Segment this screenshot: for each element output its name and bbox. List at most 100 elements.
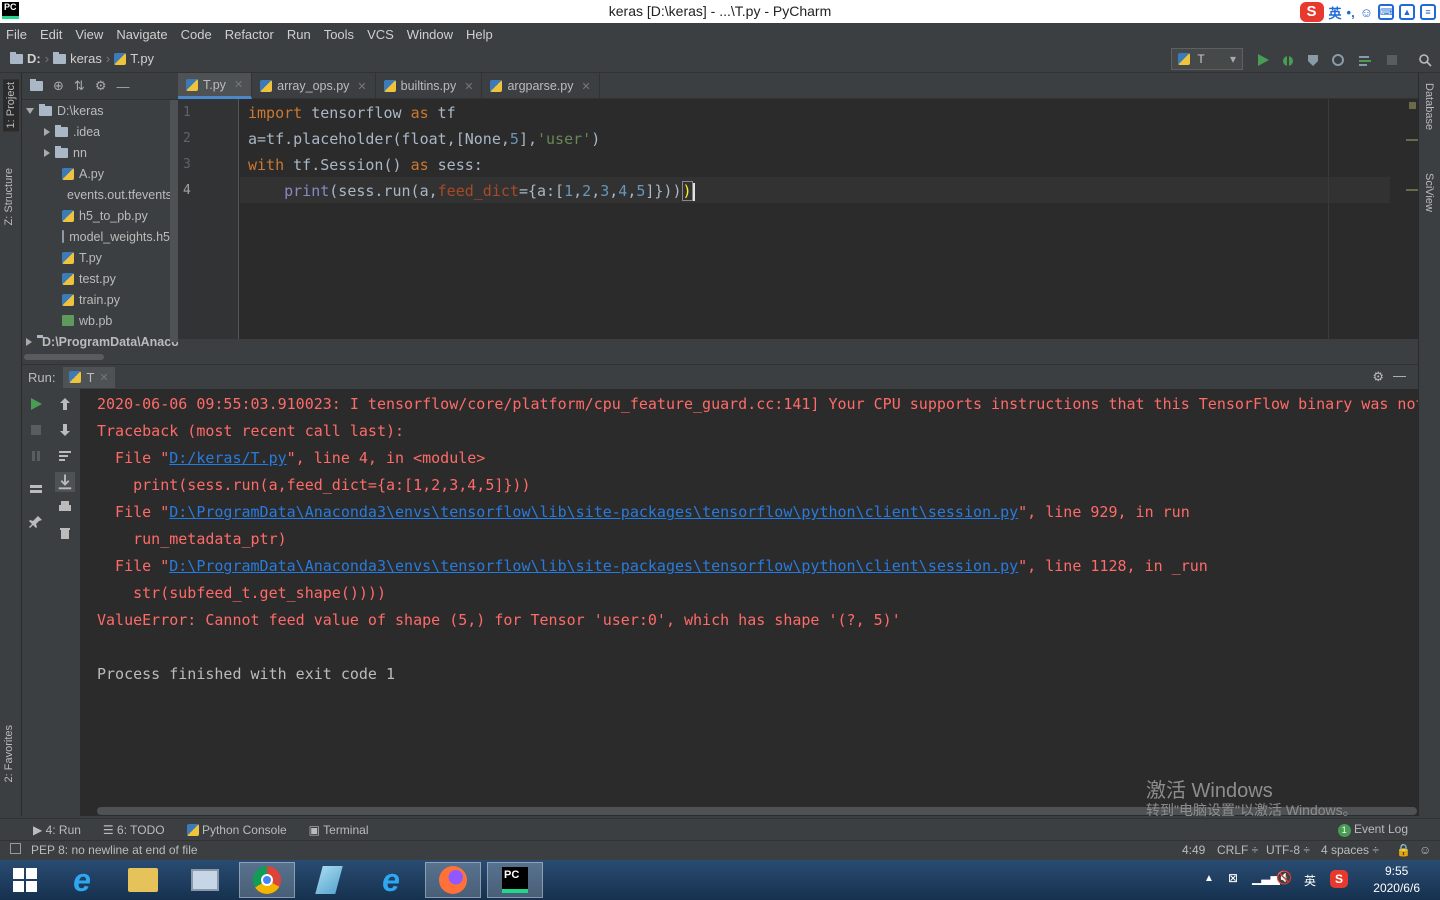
run-tab-t[interactable]: T ✕	[63, 366, 115, 388]
tree-item-events[interactable]: events.out.tfevents	[62, 184, 170, 205]
chevron-down-icon[interactable]	[26, 107, 34, 114]
line-separator-select[interactable]: CRLF ÷	[1217, 843, 1258, 857]
error-stripe[interactable]	[1406, 99, 1418, 339]
ime-language-toggle[interactable]: 英	[1329, 3, 1342, 22]
panel-splitter[interactable]	[178, 339, 1418, 364]
rerun-icon[interactable]	[28, 396, 44, 412]
gear-icon[interactable]: ⚙	[95, 78, 107, 94]
stop-icon[interactable]	[1385, 53, 1399, 67]
system-clock[interactable]: 9:55 2020/6/6	[1373, 863, 1420, 897]
menu-file[interactable]: File	[6, 27, 27, 42]
encoding-select[interactable]: UTF-8 ÷	[1266, 843, 1310, 857]
close-icon[interactable]: ✕	[357, 80, 366, 93]
chevron-right-icon[interactable]	[26, 337, 32, 346]
breadcrumb-drive[interactable]: D:	[27, 51, 41, 66]
locate-target-icon[interactable]: ⊕	[53, 78, 64, 94]
run-play-icon[interactable]	[1256, 53, 1270, 67]
arrow-up-icon[interactable]	[57, 396, 73, 412]
hide-panel-icon[interactable]: —	[1393, 368, 1406, 383]
tool-tab-favorites[interactable]: 2: Favorites	[3, 725, 15, 782]
tree-item-programdata[interactable]: D:\ProgramData\Anaconda3	[26, 331, 178, 352]
menu-window[interactable]: Window	[407, 27, 453, 42]
pin-icon[interactable]	[28, 514, 44, 530]
caret-position[interactable]: 4:49	[1182, 843, 1205, 857]
input-language-indicator[interactable]: 英	[1304, 872, 1316, 889]
tree-item-h5-to-pb[interactable]: h5_to_pb.py	[62, 205, 148, 226]
tree-item-model-weights[interactable]: model_weights.h5	[62, 226, 170, 247]
console-file-link[interactable]: D:\ProgramData\Anaconda3\envs\tensorflow…	[169, 557, 1018, 575]
show-hidden-icons[interactable]: ▲	[1204, 873, 1214, 884]
taskbar-firefox[interactable]	[425, 862, 481, 898]
search-icon[interactable]	[1418, 53, 1432, 67]
tool-tab-run[interactable]: ▶ 4: Run	[33, 823, 81, 837]
taskbar-ie-2[interactable]: e	[363, 862, 419, 898]
ime-punctuation-toggle[interactable]: •,	[1347, 5, 1355, 20]
print-icon[interactable]	[57, 499, 73, 515]
menu-vcs[interactable]: VCS	[367, 27, 394, 42]
ime-skin-icon[interactable]: ▲	[1399, 4, 1415, 20]
warning-marker[interactable]	[1406, 189, 1418, 191]
run-console[interactable]: 2020-06-06 09:55:03.910023: I tensorflow…	[80, 389, 1418, 816]
arrow-down-icon[interactable]	[57, 422, 73, 438]
project-vertical-scrollbar[interactable]	[170, 100, 178, 342]
tool-tab-event-log[interactable]: 1 Event Log	[1337, 822, 1408, 837]
console-file-link[interactable]: D:\ProgramData\Anaconda3\envs\tensorflow…	[169, 503, 1018, 521]
menu-tools[interactable]: Tools	[324, 27, 354, 42]
trash-icon[interactable]	[57, 525, 73, 541]
close-icon[interactable]: ✕	[234, 78, 243, 91]
network-error-icon[interactable]: ⊠	[1228, 871, 1238, 885]
chevron-right-icon[interactable]	[44, 148, 50, 157]
coverage-icon[interactable]	[1306, 53, 1320, 67]
ime-emoji-icon[interactable]: ☺	[1360, 5, 1373, 20]
soft-wrap-icon[interactable]	[57, 448, 73, 464]
tree-item-idea[interactable]: .idea	[44, 121, 100, 142]
tree-item-test-py[interactable]: test.py	[62, 268, 116, 289]
menu-edit[interactable]: Edit	[40, 27, 62, 42]
volume-muted-icon[interactable]: 🔇	[1276, 870, 1292, 886]
sogou-tray-icon[interactable]: S	[1330, 870, 1348, 888]
warning-marker[interactable]	[1406, 139, 1418, 141]
tool-window-toggle-icon[interactable]	[10, 843, 21, 854]
tool-tab-sciview[interactable]: SciView	[1423, 173, 1435, 212]
sogou-ime-icon[interactable]: S	[1299, 2, 1324, 22]
close-icon[interactable]: ✕	[464, 80, 473, 93]
editor-tab-t-py[interactable]: T.py ✕	[178, 73, 253, 99]
tree-item-root[interactable]: D:\keras	[26, 100, 104, 121]
taskbar-chrome[interactable]	[239, 862, 295, 898]
menu-refactor[interactable]: Refactor	[225, 27, 274, 42]
tree-item-nn[interactable]: nn	[44, 142, 87, 163]
layout-icon[interactable]	[28, 481, 44, 497]
code-editor[interactable]: 1 2 3 4 import tensorflow as tf a=tf.pla…	[178, 99, 1418, 339]
editor-tab-builtins[interactable]: builtins.py ✕	[376, 73, 483, 99]
taskbar-notepad[interactable]	[301, 862, 357, 898]
taskbar-explorer[interactable]	[115, 862, 171, 898]
breadcrumb-file[interactable]: T.py	[130, 51, 154, 66]
gear-icon[interactable]: ⚙	[1372, 369, 1384, 385]
run-configuration-select[interactable]: T ▾	[1171, 48, 1243, 70]
pause-icon[interactable]	[28, 448, 44, 464]
scroll-to-end-icon[interactable]	[55, 472, 75, 492]
breadcrumb-keras[interactable]: keras	[70, 51, 102, 66]
profile-icon[interactable]	[1331, 53, 1345, 67]
tool-tab-project[interactable]: 1: Project	[3, 79, 19, 132]
notifications-icon[interactable]: ☺	[1419, 843, 1431, 857]
tool-tab-terminal[interactable]: ▣ Terminal	[309, 823, 369, 837]
menu-run[interactable]: Run	[287, 27, 311, 42]
concurrency-icon[interactable]	[1358, 53, 1372, 67]
lock-icon[interactable]: 🔒	[1396, 843, 1411, 857]
close-icon[interactable]: ✕	[581, 80, 590, 93]
indent-select[interactable]: 4 spaces ÷	[1321, 843, 1379, 857]
tree-item-a-py[interactable]: A.py	[62, 163, 104, 184]
taskbar-monitor[interactable]	[177, 862, 233, 898]
tree-item-train-py[interactable]: train.py	[62, 289, 120, 310]
stop-icon[interactable]	[28, 422, 44, 438]
tool-tab-structure[interactable]: Z: Structure	[3, 168, 15, 225]
editor-tab-array-ops[interactable]: array_ops.py ✕	[252, 73, 376, 99]
project-horizontal-scrollbar[interactable]	[24, 354, 104, 360]
tree-item-wb-pb[interactable]: wb.pb	[62, 310, 112, 331]
taskbar-ie[interactable]: e	[54, 862, 110, 898]
project-view-icon[interactable]	[30, 79, 43, 91]
ime-menu-icon[interactable]: ≡	[1420, 4, 1436, 20]
menu-navigate[interactable]: Navigate	[116, 27, 167, 42]
close-icon[interactable]: ✕	[99, 371, 108, 384]
